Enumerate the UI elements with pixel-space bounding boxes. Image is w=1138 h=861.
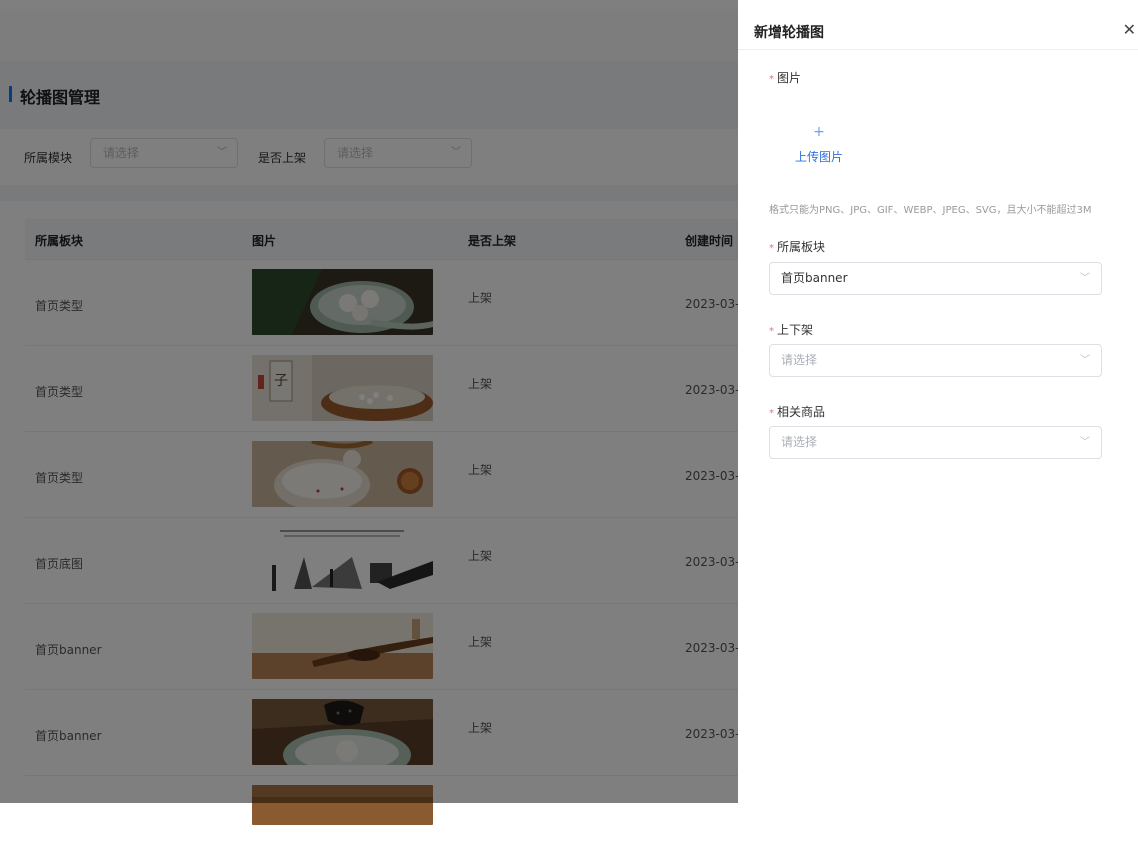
required-mark: * bbox=[769, 408, 774, 419]
required-mark: * bbox=[769, 326, 774, 337]
required-mark: * bbox=[769, 74, 774, 85]
upload-image-label: 上传图片 bbox=[794, 150, 843, 164]
block-select[interactable]: 首页banner ﹀ bbox=[769, 262, 1102, 295]
block-field-label: * 所属板块 bbox=[769, 238, 825, 255]
shelf-label-text: 上下架 bbox=[777, 323, 814, 337]
product-select-placeholder: 请选择 bbox=[781, 435, 818, 449]
format-hint: 格式只能为PNG、JPG、GIF、WEBP、JPEG、SVG，且大小不能超过3M bbox=[769, 205, 1092, 216]
chevron-down-icon: ﹀ bbox=[1080, 355, 1090, 366]
block-label-text: 所属板块 bbox=[777, 240, 826, 254]
upload-image-button[interactable]: + 上传图片 bbox=[769, 124, 869, 184]
chevron-down-icon: ﹀ bbox=[1080, 437, 1090, 448]
image-field-label: * 图片 bbox=[769, 69, 801, 86]
shelf-select[interactable]: 请选择 ﹀ bbox=[769, 344, 1102, 377]
product-label-text: 相关商品 bbox=[777, 405, 826, 419]
image-label-text: 图片 bbox=[777, 71, 802, 85]
close-icon[interactable]: ✕ bbox=[1123, 20, 1136, 39]
shelf-field-label: * 上下架 bbox=[769, 321, 813, 338]
product-select[interactable]: 请选择 ﹀ bbox=[769, 426, 1102, 459]
product-field-label: * 相关商品 bbox=[769, 403, 825, 420]
required-mark: * bbox=[769, 243, 774, 254]
add-banner-drawer: 新增轮播图 ✕ * 图片 + 上传图片 格式只能为PNG、JPG、GIF、WEBP… bbox=[738, 11, 1138, 803]
modal-overlay[interactable] bbox=[0, 0, 738, 803]
drawer-header: 新增轮播图 ✕ bbox=[738, 11, 1138, 50]
chevron-down-icon: ﹀ bbox=[1080, 273, 1090, 284]
drawer-title: 新增轮播图 bbox=[754, 25, 824, 41]
shelf-select-placeholder: 请选择 bbox=[781, 353, 818, 367]
block-select-value: 首页banner bbox=[781, 271, 848, 285]
plus-icon: + bbox=[813, 124, 825, 140]
